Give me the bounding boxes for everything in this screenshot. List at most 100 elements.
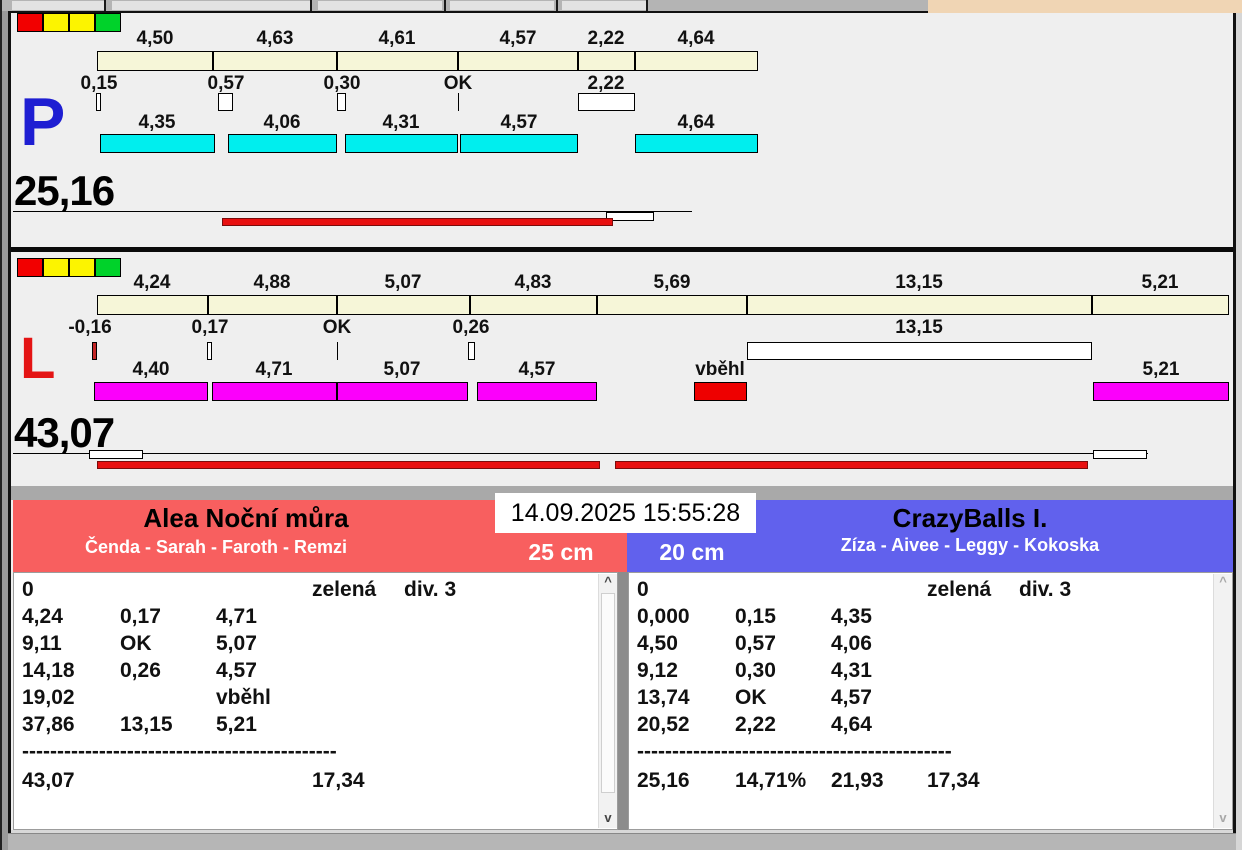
traffic-light-p-2 bbox=[69, 13, 95, 32]
table-cell: 9,11 bbox=[22, 632, 62, 655]
toolbar-divider bbox=[444, 0, 446, 11]
lane-letter-P: P bbox=[20, 84, 66, 160]
table-cell: 13,15 bbox=[120, 713, 173, 736]
penalty-box bbox=[92, 342, 97, 360]
app-window: P 4,50 4,63 4,61 4,57 2,22 4,64 0,15 0,57 0,30 OK 2… bbox=[0, 0, 1242, 850]
lane-letter-L: L bbox=[20, 326, 56, 391]
split-time-label: 4,24 bbox=[133, 272, 171, 293]
table-cell: 9,12 bbox=[637, 659, 678, 682]
split-time-label: 4,57 bbox=[499, 28, 537, 49]
split-bar bbox=[1092, 295, 1229, 315]
jump-height-right: 20 cm bbox=[659, 539, 725, 565]
split-time-label: 4,83 bbox=[514, 272, 552, 293]
penalty-box bbox=[207, 342, 212, 360]
table-cell: 5,21 bbox=[216, 713, 257, 736]
split-time-label: 4,63 bbox=[256, 28, 294, 49]
run-bar bbox=[694, 382, 747, 401]
table-cell: 0,000 bbox=[637, 605, 690, 628]
progress-red-bar bbox=[222, 218, 613, 226]
penalty-tick bbox=[458, 93, 459, 111]
run-bar bbox=[477, 382, 597, 401]
scrollbar-left-table[interactable]: ^ v bbox=[598, 574, 617, 828]
scrollbar-thumb[interactable] bbox=[601, 593, 615, 793]
table-cell: 4,57 bbox=[216, 659, 257, 682]
team-members: Zíza - Aivee - Leggy - Kokoska bbox=[840, 535, 1100, 555]
progress-marker-box bbox=[1093, 450, 1147, 459]
table-cell: 0,26 bbox=[120, 659, 161, 682]
penalty-label: -0,16 bbox=[68, 317, 112, 338]
progress-marker-box bbox=[89, 450, 143, 459]
penalty-label: 0,17 bbox=[191, 317, 229, 338]
table-cell: 0,57 bbox=[735, 632, 776, 655]
background-toolbar-segment bbox=[318, 1, 442, 10]
run-bar bbox=[460, 134, 578, 153]
panel-divider bbox=[11, 247, 1233, 252]
run-bar bbox=[345, 134, 458, 153]
traffic-light-l-1 bbox=[43, 258, 69, 277]
scroll-up-icon[interactable]: ^ bbox=[1214, 575, 1232, 591]
penalty-tick bbox=[337, 342, 338, 360]
table-cell: div. 3 bbox=[1019, 578, 1072, 601]
split-time-label: 4,88 bbox=[253, 272, 291, 293]
table-total-cell: 21,93 bbox=[831, 769, 884, 792]
split-time-label: 4,61 bbox=[378, 28, 416, 49]
progress-baseline bbox=[13, 453, 1148, 454]
scrollbar-right-table[interactable]: ^ v bbox=[1213, 574, 1232, 828]
run-bar bbox=[212, 382, 337, 401]
penalty-label: 2,22 bbox=[587, 73, 625, 94]
table-divider bbox=[618, 572, 628, 830]
team-table-right[interactable]: ^ v 0 zelená div. 3 0,000 0,15 4,35 4,50 0,57 4,… bbox=[628, 572, 1233, 830]
penalty-label: 0,30 bbox=[323, 73, 361, 94]
run-time-label: 4,06 bbox=[263, 112, 301, 133]
scroll-down-icon[interactable]: v bbox=[599, 811, 617, 827]
split-bar bbox=[747, 295, 1092, 315]
scroll-down-icon[interactable]: v bbox=[1214, 811, 1232, 827]
table-cell: div. 3 bbox=[404, 578, 457, 601]
scroll-up-icon[interactable]: ^ bbox=[599, 575, 617, 591]
split-time-label: 13,15 bbox=[895, 272, 943, 293]
table-cell: 37,86 bbox=[22, 713, 75, 736]
table-cell: 0 bbox=[637, 578, 649, 601]
run-bar bbox=[100, 134, 215, 153]
penalty-label: OK bbox=[443, 73, 473, 94]
run-bar bbox=[228, 134, 337, 153]
jump-height-left: 25 cm bbox=[528, 539, 594, 565]
table-cell: 5,07 bbox=[216, 632, 257, 655]
run-bar bbox=[337, 382, 468, 401]
background-toolbar-segment bbox=[450, 1, 554, 10]
penalty-label: 0,57 bbox=[207, 73, 245, 94]
split-time-label: 4,64 bbox=[677, 28, 715, 49]
team-name: CrazyBalls I. bbox=[892, 503, 1048, 533]
progress-red-bar bbox=[97, 461, 600, 469]
table-total-cell: 14,71% bbox=[735, 769, 807, 792]
split-time-label: 4,50 bbox=[136, 28, 174, 49]
traffic-light-p-3 bbox=[95, 13, 121, 32]
penalty-box bbox=[747, 342, 1092, 360]
run-time-label: vběhl bbox=[695, 359, 745, 380]
background-toolbar bbox=[0, 0, 928, 11]
table-cell: 4,24 bbox=[22, 605, 63, 628]
table-cell: zelená bbox=[927, 578, 992, 601]
progress-red-bar bbox=[615, 461, 1088, 469]
toolbar-divider bbox=[310, 0, 312, 11]
split-time-label: 2,22 bbox=[587, 28, 625, 49]
run-bar bbox=[635, 134, 758, 153]
table-cell: 4,64 bbox=[831, 713, 872, 736]
split-time-label: 5,07 bbox=[384, 272, 422, 293]
table-total-cell: 25,16 bbox=[637, 769, 690, 792]
table-cell: OK bbox=[120, 632, 152, 655]
table-cell: 20,52 bbox=[637, 713, 690, 736]
lane-total-L: 43,07 bbox=[14, 409, 115, 456]
penalty-label: OK bbox=[322, 317, 352, 338]
run-time-label: 4,64 bbox=[677, 112, 715, 133]
table-cell: 4,57 bbox=[831, 686, 872, 709]
table-cell: 4,06 bbox=[831, 632, 872, 655]
progress-marker-box bbox=[606, 212, 654, 221]
split-bar bbox=[97, 51, 213, 71]
background-toolbar-segment bbox=[562, 1, 646, 10]
background-toolbar-segment bbox=[112, 1, 310, 10]
penalty-box bbox=[578, 93, 635, 111]
penalty-label: 0,15 bbox=[80, 73, 118, 94]
team-table-left[interactable]: ^ v 0 zelená div. 3 4,24 0,17 4,71 9,11 OK 5,07 1… bbox=[13, 572, 618, 830]
split-bar bbox=[213, 51, 337, 71]
